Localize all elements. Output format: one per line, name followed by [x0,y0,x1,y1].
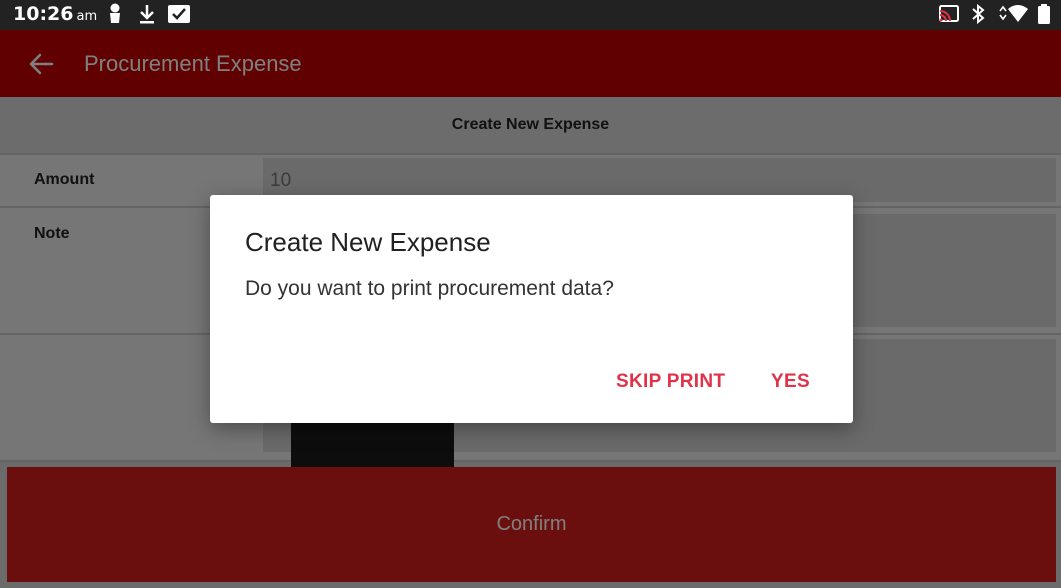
screen: 10:26 am Create New Expense Do you want … [0,0,1061,588]
dialog-title: Create New Expense [245,227,491,257]
dialog-message: Do you want to print procurement data? [245,277,614,300]
print-dialog: Create New Expense Do you want to print … [210,195,853,423]
yes-button[interactable]: YES [771,371,810,393]
battery-icon [1038,4,1050,24]
skip-print-button[interactable]: SKIP PRINT [616,371,725,393]
download-icon [140,5,154,24]
checkbox-notification-icon [168,5,190,23]
status-bar: 10:26 am [0,0,1061,30]
clock-ampm: am [76,9,98,24]
wifi-icon [999,5,1028,22]
cast-icon [939,5,959,22]
person-icon [110,3,120,23]
clock-time: 10:26 [13,3,74,25]
clock: 10:26 am [13,3,97,25]
bluetooth-icon [972,3,985,25]
